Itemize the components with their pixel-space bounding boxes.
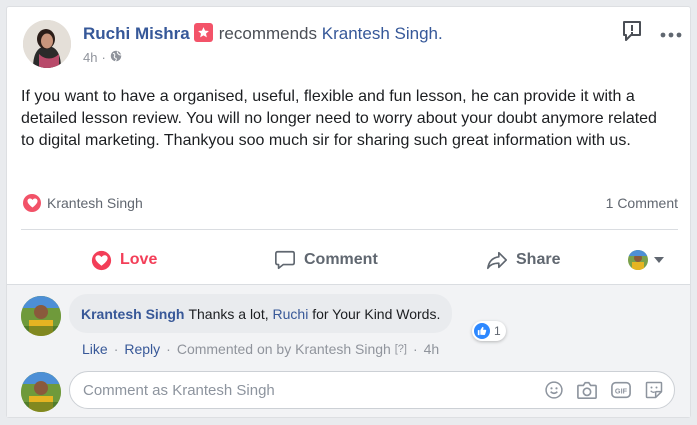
post-timestamp[interactable]: 4h	[83, 50, 97, 65]
comment-label: Comment	[304, 251, 378, 268]
comment-count[interactable]: 1 Comment	[606, 195, 678, 211]
report-icon[interactable]	[620, 19, 644, 48]
sticker-icon[interactable]	[644, 380, 664, 405]
reactors[interactable]: Krantesh Singh	[23, 194, 143, 212]
meta-separator: ·	[166, 341, 171, 357]
globe-icon[interactable]	[110, 50, 122, 65]
comment-bubble: Krantesh Singh Thanks a lot, Ruchi for Y…	[69, 294, 453, 333]
comment-like-link[interactable]: Like	[82, 341, 108, 357]
more-options-icon[interactable]	[660, 25, 682, 43]
love-label: Love	[120, 251, 158, 268]
comment-timestamp[interactable]: 4h	[424, 341, 440, 357]
comment-button[interactable]: Comment	[274, 236, 378, 284]
recommendation-star-icon	[193, 23, 213, 42]
camera-icon[interactable]	[576, 380, 598, 405]
composer-tools: GIF	[544, 380, 664, 405]
viewer-selector[interactable]	[628, 236, 672, 284]
comments-section: Krantesh Singh Thanks a lot, Ruchi for Y…	[7, 284, 690, 417]
commented-on-by: Commented on by Krantesh Singh	[176, 341, 391, 357]
comment-text-end: for Your Kind Words.	[312, 305, 441, 322]
share-label: Share	[516, 251, 561, 268]
gif-icon[interactable]: GIF	[610, 380, 632, 405]
recommended-page-link[interactable]: Krantesh Singh.	[322, 24, 443, 43]
svg-text:GIF: GIF	[615, 387, 628, 396]
emoji-icon[interactable]	[544, 380, 564, 405]
share-button[interactable]: Share	[486, 236, 560, 284]
comment-reply-link[interactable]: Reply	[124, 341, 160, 357]
comment-like-count[interactable]: 1	[472, 321, 506, 341]
comment-input[interactable]: Comment as Krantesh Singh GIF	[69, 371, 675, 409]
comment-input-placeholder: Comment as Krantesh Singh	[83, 382, 275, 399]
comment-meta: Like · Reply · Commented on by Krantesh …	[82, 341, 439, 357]
comment-author[interactable]: Krantesh Singh	[81, 306, 184, 322]
comment-text-start: Thanks a lot,	[188, 305, 269, 322]
post-card: Ruchi Mishra recommends Krantesh Singh. 4…	[6, 6, 691, 418]
help-link[interactable]: [?]	[395, 343, 407, 355]
divider	[21, 229, 678, 230]
author-name[interactable]: Ruchi Mishra	[83, 24, 190, 43]
reaction-summary: Krantesh Singh 1 Comment	[23, 194, 678, 214]
author-avatar[interactable]	[23, 20, 71, 68]
composer-avatar	[21, 372, 61, 412]
meta-separator: ·	[412, 341, 418, 357]
love-icon	[91, 250, 112, 270]
recommends-text: recommends	[218, 24, 318, 43]
post-action-bar: Love Comment Share	[21, 236, 678, 284]
meta-separator: ·	[101, 50, 106, 65]
love-reaction-icon	[23, 194, 41, 212]
love-button[interactable]: Love	[91, 236, 157, 284]
meta-separator: ·	[113, 341, 119, 357]
post-top-actions	[620, 19, 682, 48]
chevron-down-icon	[654, 257, 664, 263]
share-icon	[487, 251, 507, 270]
thumbs-up-icon	[474, 323, 490, 339]
comment-mention[interactable]: Ruchi	[273, 306, 309, 322]
post-header: Ruchi Mishra recommends Krantesh Singh.	[83, 23, 443, 44]
post-body: If you want to have a organised, useful,…	[21, 88, 657, 149]
reactor-name: Krantesh Singh	[47, 195, 143, 211]
comment-icon	[275, 250, 295, 270]
viewer-avatar	[628, 250, 648, 270]
like-count-value: 1	[494, 324, 501, 338]
commenter-avatar[interactable]	[21, 296, 61, 336]
post-meta: 4h ·	[83, 50, 122, 65]
